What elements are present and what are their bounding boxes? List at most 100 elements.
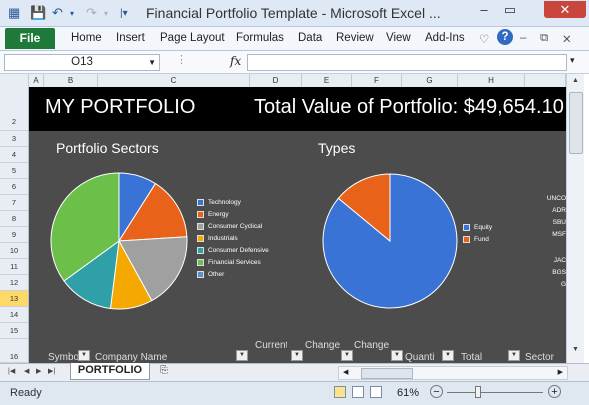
sectors-pie-chart[interactable] — [50, 172, 188, 310]
status-text: Ready — [10, 387, 42, 399]
legend-label: Financial Services — [208, 258, 261, 266]
tab-home[interactable]: Home — [71, 32, 102, 44]
zoom-slider[interactable] — [447, 392, 543, 393]
maximize-icon[interactable]: ▭ — [498, 1, 522, 18]
row-header[interactable]: 15 — [0, 323, 28, 339]
horizontal-scrollbar[interactable]: ◀ ▶ — [338, 366, 568, 380]
page-break-view-icon[interactable] — [370, 386, 382, 398]
column-headers: A B C D E F G H — [0, 74, 566, 88]
close-icon[interactable]: ✕ — [544, 1, 586, 18]
heart-icon[interactable]: ♡ — [479, 32, 489, 46]
chevron-down-icon[interactable]: ▼ — [148, 55, 156, 70]
row-header[interactable]: 12 — [0, 275, 28, 291]
window-title: Financial Portfolio Template - Microsoft… — [146, 5, 441, 21]
column-header[interactable]: B — [44, 74, 98, 87]
minimize-icon[interactable]: – — [472, 1, 496, 18]
save-icon[interactable]: 💾 — [30, 5, 46, 21]
restore-window-icon[interactable]: ⧉ — [540, 32, 548, 45]
scroll-thumb[interactable] — [361, 368, 413, 379]
scroll-thumb[interactable] — [569, 92, 583, 154]
filter-dropdown-icon[interactable]: ▼ — [391, 350, 403, 361]
zoom-out-icon[interactable]: − — [430, 385, 443, 398]
undo-dropdown-icon[interactable]: ▾ — [70, 9, 74, 18]
help-icon[interactable]: ? — [497, 29, 513, 45]
row-header[interactable]: 6 — [0, 179, 28, 195]
scroll-up-icon[interactable]: ▲ — [567, 77, 584, 84]
legend-item: Other — [197, 268, 269, 280]
row-header[interactable]: 8 — [0, 211, 28, 227]
customize-icon[interactable]: |▾ — [120, 8, 128, 19]
ticker: UNCO — [546, 195, 566, 202]
tab-add-ins[interactable]: Add-Ins — [425, 32, 465, 44]
header-total: Total — [461, 352, 483, 363]
tab-formulas[interactable]: Formulas — [236, 32, 284, 44]
expand-formula-icon[interactable]: ▾ — [570, 55, 575, 66]
row-header[interactable]: 9 — [0, 227, 28, 243]
types-chart-title: Types — [318, 140, 356, 156]
header-quantity: Quantity — [405, 352, 435, 363]
column-header[interactable] — [525, 74, 566, 87]
row-header[interactable]: 11 — [0, 259, 28, 275]
row-header[interactable]: 5 — [0, 163, 28, 179]
close-workbook-icon[interactable]: ✕ — [562, 32, 572, 46]
tab-page-layout[interactable]: Page Layout — [160, 32, 225, 44]
excel-icon[interactable]: ▦ — [8, 5, 20, 21]
column-header[interactable]: D — [250, 74, 302, 87]
insert-function-icon[interactable]: fx — [230, 54, 241, 68]
tab-view[interactable]: View — [386, 32, 411, 44]
row-header[interactable]: 4 — [0, 147, 28, 163]
zoom-level[interactable]: 61% — [397, 387, 419, 399]
filter-dropdown-icon[interactable]: ▼ — [341, 350, 353, 361]
tab-review[interactable]: Review — [336, 32, 374, 44]
name-box[interactable]: O13 ▼ — [4, 54, 160, 71]
sheet-tab-portfolio[interactable]: PORTFOLIO — [70, 363, 150, 380]
row-header[interactable]: 7 — [0, 195, 28, 211]
ticker: JAC — [553, 257, 566, 264]
legend-label: Other — [208, 270, 225, 278]
types-pie-chart[interactable] — [322, 173, 458, 309]
scroll-left-icon[interactable]: ◀ — [343, 368, 348, 376]
vertical-scrollbar[interactable]: ▲ ▼ — [566, 74, 584, 363]
total-value: Total Value of Portfolio: $49,654.10 — [254, 96, 564, 118]
next-sheet-icon[interactable]: ▶ — [36, 367, 41, 375]
ribbon-minimize-icon[interactable]: – — [520, 32, 526, 44]
filter-dropdown-icon[interactable]: ▼ — [508, 350, 520, 361]
row-header-selected[interactable]: 13 — [0, 291, 28, 307]
prev-sheet-icon[interactable]: ◀ — [24, 367, 29, 375]
column-header[interactable]: E — [302, 74, 352, 87]
filter-dropdown-icon[interactable]: ▼ — [236, 350, 248, 361]
select-all-corner[interactable] — [0, 74, 29, 87]
last-sheet-icon[interactable]: ▶| — [48, 367, 55, 375]
header-change-in-price: Change in Price — [305, 340, 340, 351]
filter-dropdown-icon[interactable]: ▼ — [291, 350, 303, 361]
row-header[interactable]: 16 — [0, 339, 28, 363]
row-header[interactable]: 14 — [0, 307, 28, 323]
undo-icon[interactable]: ↶ — [52, 5, 63, 21]
row-header[interactable]: 2 — [0, 87, 28, 131]
scroll-right-icon[interactable]: ▶ — [558, 368, 563, 376]
first-sheet-icon[interactable]: |◀ — [8, 367, 15, 375]
column-header[interactable]: F — [352, 74, 402, 87]
normal-view-icon[interactable] — [334, 386, 346, 398]
redo-icon[interactable]: ↷ — [86, 5, 97, 21]
zoom-slider-thumb[interactable] — [475, 386, 481, 398]
filter-dropdown-icon[interactable]: ▼ — [442, 350, 454, 361]
tab-data[interactable]: Data — [298, 32, 322, 44]
redo-dropdown-icon[interactable]: ▾ — [104, 9, 108, 18]
column-header[interactable]: C — [98, 74, 250, 87]
scroll-down-icon[interactable]: ▼ — [567, 346, 584, 353]
row-header[interactable]: 10 — [0, 243, 28, 259]
legend-item: Energy — [197, 208, 269, 220]
page-layout-view-icon[interactable] — [352, 386, 364, 398]
formula-input[interactable] — [247, 54, 567, 71]
column-header[interactable]: H — [458, 74, 525, 87]
insert-sheet-icon[interactable]: ⎘ — [160, 365, 168, 376]
tab-insert[interactable]: Insert — [116, 32, 145, 44]
column-header[interactable]: A — [29, 74, 44, 87]
status-bar: Ready 61% − + — [0, 381, 589, 405]
column-header[interactable]: G — [402, 74, 458, 87]
file-tab[interactable]: File — [5, 28, 55, 49]
filter-dropdown-icon[interactable]: ▼ — [78, 350, 90, 361]
zoom-in-icon[interactable]: + — [548, 385, 561, 398]
row-header[interactable]: 3 — [0, 131, 28, 147]
